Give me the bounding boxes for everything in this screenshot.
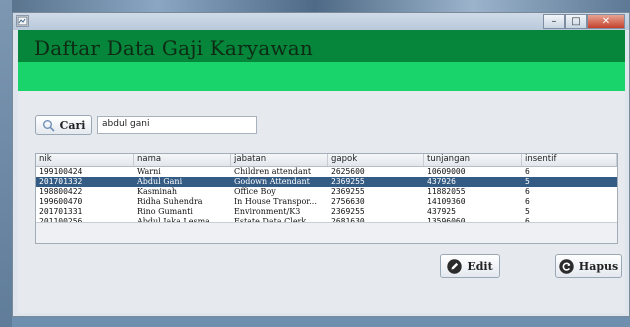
cell-insentif: 5 [525,177,530,186]
edit-button-label: Edit [467,259,493,273]
column-header-nik[interactable]: nik [36,154,134,166]
table-row[interactable]: 198800422 Kasminah Office Boy 2369255 11… [36,187,617,197]
cell-gapok: 2756630 [331,197,365,206]
cell-tunjangan: 437925 [427,207,456,216]
pencil-icon [447,258,463,274]
cell-gapok: 2369255 [331,187,365,196]
column-header-jabatan[interactable]: jabatan [231,154,328,166]
cell-tunjangan: 10609000 [427,167,466,176]
maximize-button[interactable]: □ [565,14,587,29]
cell-jabatan: In House Transpor... [234,197,317,206]
cell-nik: 201701332 [39,177,83,186]
table-empty-area [36,222,617,243]
cell-nik: 199100424 [39,167,83,176]
main-panel: Cari abdul gani nik nama jabatan gapok t… [18,91,625,313]
cell-insentif: 6 [525,197,530,206]
cell-gapok: 2369255 [331,207,365,216]
header-banner: Daftar Data Gaji Karyawan [18,30,625,91]
cell-jabatan: Children attendant [234,167,312,176]
column-header-nama[interactable]: nama [134,154,231,166]
cell-nama: Rino Gumanti [137,207,193,216]
cell-nik: 198800422 [39,187,83,196]
cell-nik: 199600470 [39,197,83,206]
search-input[interactable]: abdul gani [97,116,257,134]
table-row-selected[interactable]: 201701332 Abdul Gani Godown Attendant 23… [36,177,617,187]
data-table: nik nama jabatan gapok tunjangan insenti… [35,153,618,244]
delete-button[interactable]: Hapus [555,254,622,278]
search-button-label: Cari [59,118,86,132]
cell-nik: 201701331 [39,207,83,216]
window-app-icon[interactable] [16,15,29,27]
edit-button[interactable]: Edit [440,254,500,278]
cell-nama: Ridha Suhendra [137,197,203,206]
minimize-button[interactable]: – [543,14,565,29]
cell-jabatan: Godown Attendant [234,177,310,186]
column-header-tunjangan[interactable]: tunjangan [424,154,522,166]
refresh-icon [559,258,574,274]
cell-tunjangan: 11882055 [427,187,466,196]
page-title: Daftar Data Gaji Karyawan [34,36,313,60]
cell-nama: Kasminah [137,187,178,196]
cell-insentif: 6 [525,187,530,196]
desktop-background-left [0,0,12,327]
cell-jabatan: Office Boy [234,187,276,196]
cell-insentif: 5 [525,207,530,216]
table-header: nik nama jabatan gapok tunjangan insenti… [36,154,617,167]
table-row[interactable]: 199600470 Ridha Suhendra In House Transp… [36,197,617,207]
column-header-insentif[interactable]: insentif [522,154,617,166]
header-accent-bar [18,62,625,91]
title-bar[interactable]: – □ ✕ [13,13,629,30]
magnifier-icon [42,119,55,132]
close-button[interactable]: ✕ [587,14,625,29]
cell-jabatan: Environment/K3 [234,207,301,216]
table-row[interactable]: 199100424 Warni Children attendant 26256… [36,167,617,177]
cell-tunjangan: 14109360 [427,197,466,206]
column-header-gapok[interactable]: gapok [328,154,424,166]
cell-insentif: 6 [525,167,530,176]
window-controls: – □ ✕ [543,14,625,29]
cell-nama: Abdul Gani [137,177,183,186]
cell-gapok: 2625600 [331,167,365,176]
search-button[interactable]: Cari [35,115,92,135]
table-row[interactable]: 201701331 Rino Gumanti Environment/K3 23… [36,207,617,217]
delete-button-label: Hapus [578,259,619,273]
cell-gapok: 2369255 [331,177,365,186]
cell-tunjangan: 437926 [427,177,456,186]
app-window: – □ ✕ Daftar Data Gaji Karyawan Cari abd… [12,12,630,317]
cell-nama: Warni [137,167,161,176]
